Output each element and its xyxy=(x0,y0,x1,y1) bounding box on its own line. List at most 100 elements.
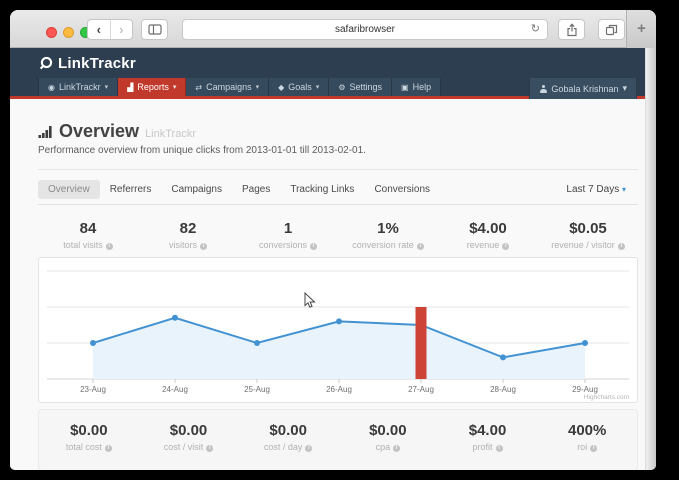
info-icon[interactable]: i xyxy=(590,445,597,452)
minimize-window-button[interactable] xyxy=(63,27,74,38)
close-window-button[interactable] xyxy=(46,27,57,38)
forward-button[interactable]: › xyxy=(111,20,133,39)
svg-text:24-Aug: 24-Aug xyxy=(162,385,188,394)
stat-label: conversions xyxy=(259,240,307,250)
nav-item-campaigns[interactable]: ⇄ Campaigns ▾ xyxy=(186,78,269,96)
info-icon[interactable]: i xyxy=(200,243,207,250)
back-button[interactable]: ‹ xyxy=(88,20,111,39)
svg-text:28-Aug: 28-Aug xyxy=(490,385,516,394)
stat-cost-per-visit: $0.00 cost / visiti xyxy=(139,422,239,470)
date-range-label: Last 7 Days xyxy=(566,184,619,195)
date-range-selector[interactable]: Last 7 Days ▾ xyxy=(566,184,638,195)
help-icon: ▣ xyxy=(401,83,409,92)
user-name: Gobala Krishnan xyxy=(551,84,618,94)
tab-campaigns[interactable]: Campaigns xyxy=(161,180,232,199)
chevron-down-icon: ▾ xyxy=(256,83,260,91)
sidebar-icon xyxy=(148,24,162,35)
nav-item-linktrackr[interactable]: ◉ LinkTrackr ▾ xyxy=(38,78,118,96)
chevron-down-icon: ▾ xyxy=(173,83,177,91)
nav-item-reports[interactable]: ▟ Reports ▾ xyxy=(118,78,186,96)
tab-referrers[interactable]: Referrers xyxy=(100,180,162,199)
stat-profit: $4.00 profiti xyxy=(438,422,538,470)
chevron-down-icon: ▾ xyxy=(622,185,626,194)
chevron-down-icon: ▾ xyxy=(622,83,627,94)
linktrackr-logo-text[interactable]: LinkTrackr xyxy=(58,55,136,72)
tab-overview[interactable]: Overview xyxy=(38,180,100,199)
stat-value: $4.00 xyxy=(438,220,538,237)
user-icon xyxy=(539,85,547,93)
stat-label: revenue / visitor xyxy=(551,240,615,250)
chevron-down-icon: ▾ xyxy=(105,83,109,91)
svg-text:25-Aug: 25-Aug xyxy=(244,385,270,394)
tab-tracking-links[interactable]: Tracking Links xyxy=(280,180,364,199)
stat-value: $0.05 xyxy=(538,220,638,237)
nav-item-settings[interactable]: ⚙ Settings xyxy=(329,78,392,96)
stat-value: 400% xyxy=(537,422,637,439)
info-icon[interactable]: i xyxy=(105,445,112,452)
overview-chart: 23-Aug24-Aug25-Aug26-Aug27-Aug28-Aug29-A… xyxy=(39,258,637,402)
stat-value: $0.00 xyxy=(338,422,438,439)
report-tabs: Overview Referrers Campaigns Pages Track… xyxy=(38,180,638,205)
wrench-icon: ⚙ xyxy=(338,83,345,92)
nav-label: Goals xyxy=(288,82,312,92)
stat-total-cost: $0.00 total costi xyxy=(39,422,139,470)
sidebar-toggle-button[interactable] xyxy=(141,19,168,40)
user-menu[interactable]: Gobala Krishnan ▾ xyxy=(529,78,637,99)
nav-label: Settings xyxy=(349,82,382,92)
info-icon[interactable]: i xyxy=(310,243,317,250)
stat-conversions: 1 conversionsi xyxy=(238,220,338,250)
screenshot-canvas: { "colors": { "header_navy": "#2d3e50", … xyxy=(0,0,679,480)
info-icon[interactable]: i xyxy=(106,243,113,250)
info-icon[interactable]: i xyxy=(417,243,424,250)
stat-value: $0.00 xyxy=(238,422,338,439)
show-tabs-button[interactable] xyxy=(598,19,625,40)
stat-cpa: $0.00 cpai xyxy=(338,422,438,470)
stat-revenue-per-visitor: $0.05 revenue / visitori xyxy=(538,220,638,250)
stat-value: 84 xyxy=(38,220,138,237)
share-button[interactable] xyxy=(558,19,585,40)
page-title: Overview xyxy=(59,121,139,142)
stat-cost-per-day: $0.00 cost / dayi xyxy=(238,422,338,470)
reload-icon[interactable]: ↻ xyxy=(531,20,540,39)
page-subtitle: Performance overview from unique clicks … xyxy=(38,145,638,156)
tab-conversions[interactable]: Conversions xyxy=(364,180,440,199)
title-row: Overview LinkTrackr xyxy=(38,121,638,142)
info-icon[interactable]: i xyxy=(206,445,213,452)
nav-label: Campaigns xyxy=(206,82,252,92)
stat-value: 1% xyxy=(338,220,438,237)
plus-icon: + xyxy=(637,20,646,37)
stat-roi: 400% roii xyxy=(537,422,637,470)
section-divider xyxy=(38,169,638,170)
stat-label: cpa xyxy=(376,442,391,452)
svg-text:29-Aug: 29-Aug xyxy=(572,385,598,394)
stat-value: $4.00 xyxy=(438,422,538,439)
browser-titlebar: ‹ › safaribrowser ↻ xyxy=(10,10,656,48)
share-icon xyxy=(566,23,578,37)
info-icon[interactable]: i xyxy=(393,445,400,452)
main-navbar: ◉ LinkTrackr ▾ ▟ Reports ▾ ⇄ Campaigns ▾… xyxy=(10,78,645,99)
stats-row-bottom: $0.00 total costi $0.00 cost / visiti $0… xyxy=(38,409,638,470)
linktrackr-logo-icon[interactable] xyxy=(38,56,54,71)
url-text: safaribrowser xyxy=(335,24,395,35)
address-bar[interactable]: safaribrowser ↻ xyxy=(182,19,548,40)
globe-icon: ◉ xyxy=(48,83,55,92)
visits-chart-panel: 23-Aug24-Aug25-Aug26-Aug27-Aug28-Aug29-A… xyxy=(38,257,638,403)
nav-item-goals[interactable]: ◆ Goals ▾ xyxy=(269,78,329,96)
tab-pages[interactable]: Pages xyxy=(232,180,280,199)
stat-label: roi xyxy=(577,442,587,452)
info-icon[interactable]: i xyxy=(496,445,503,452)
nav-label: LinkTrackr xyxy=(59,82,101,92)
info-icon[interactable]: i xyxy=(305,445,312,452)
nav-item-help[interactable]: ▣ Help xyxy=(392,78,441,96)
info-icon[interactable]: i xyxy=(502,243,509,250)
scroll-gutter[interactable] xyxy=(645,48,656,470)
history-nav-group: ‹ › xyxy=(87,19,133,40)
stat-label: conversion rate xyxy=(352,240,414,250)
new-tab-button[interactable]: + xyxy=(626,10,656,48)
page-title-suffix: LinkTrackr xyxy=(145,128,196,140)
info-icon[interactable]: i xyxy=(618,243,625,250)
stats-row-top: 84 total visitsi 82 visitorsi 1 conversi… xyxy=(38,220,638,250)
stat-conversion-rate: 1% conversion ratei xyxy=(338,220,438,250)
bar-chart-icon: ▟ xyxy=(127,83,133,92)
svg-text:26-Aug: 26-Aug xyxy=(326,385,352,394)
